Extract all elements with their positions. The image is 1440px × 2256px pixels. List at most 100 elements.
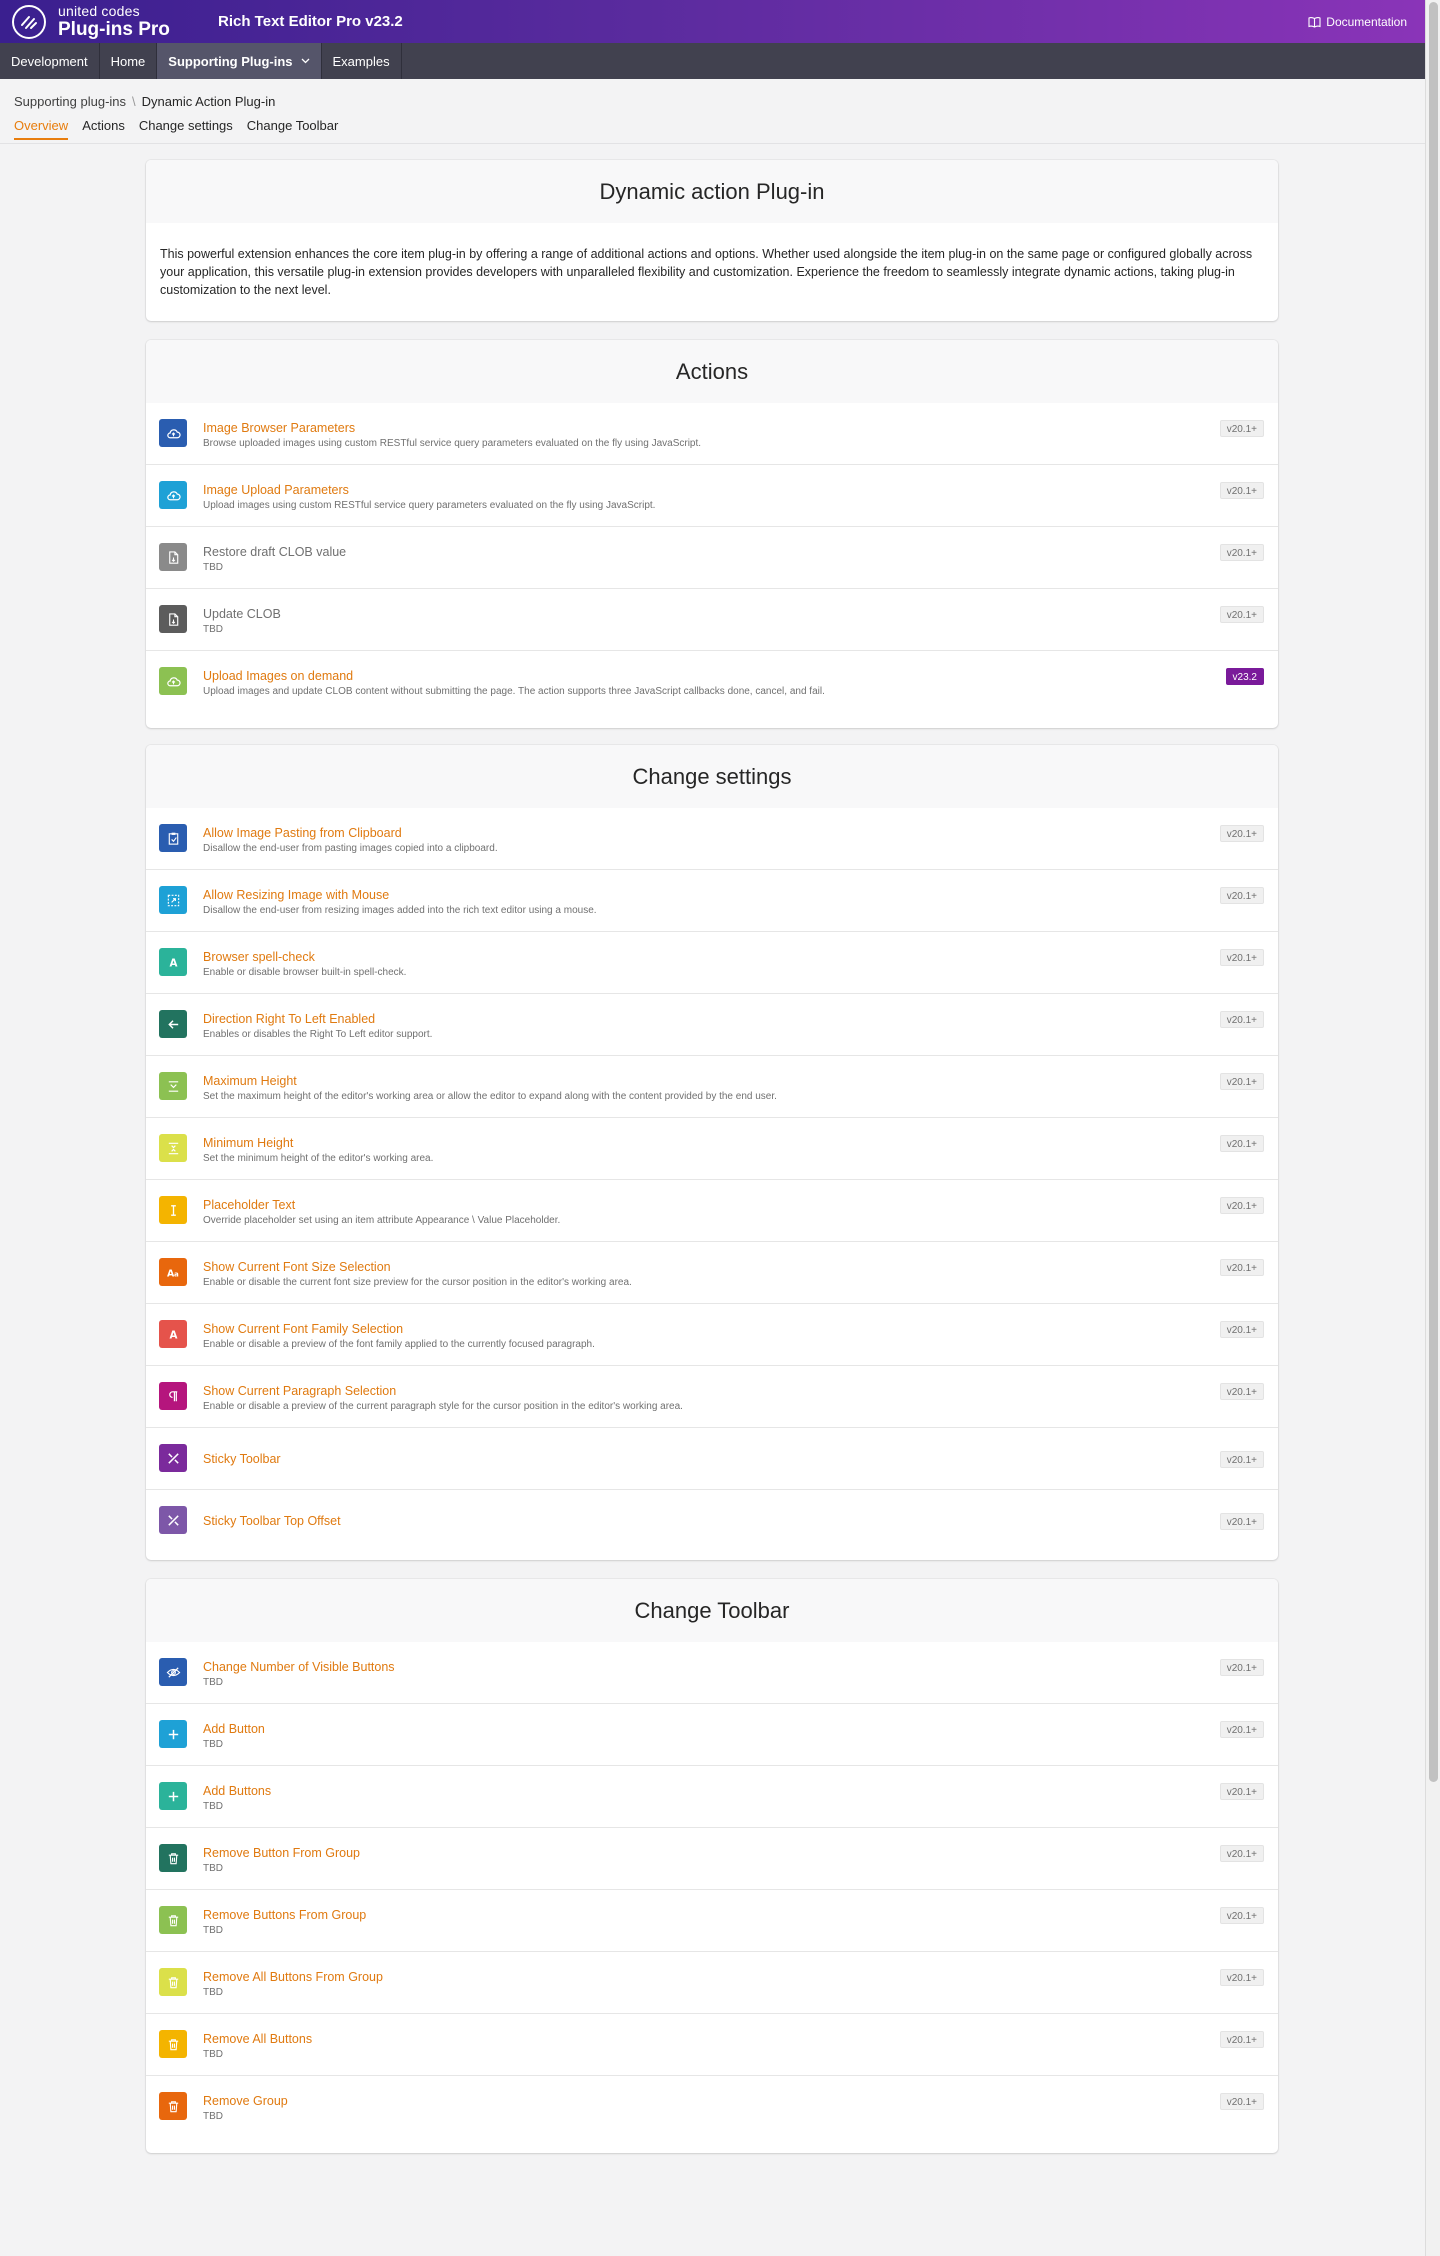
item-description: Enable or disable a preview of the curre… <box>203 1401 683 1412</box>
item-description: TBD <box>203 562 223 573</box>
item-title-link[interactable]: Show Current Font Family Selection <box>203 1322 403 1336</box>
item-title-link[interactable]: Show Current Paragraph Selection <box>203 1384 396 1398</box>
version-badge: v20.1+ <box>1219 544 1264 561</box>
version-badge: v20.1+ <box>1219 949 1264 966</box>
list-item[interactable]: Remove Button From Group TBD v20.1+ <box>146 1828 1278 1890</box>
list-item[interactable]: Upload Images on demand Upload images and… <box>146 651 1278 713</box>
list-item[interactable]: Remove Buttons From Group TBD v20.1+ <box>146 1890 1278 1952</box>
item-title-link[interactable]: Remove Group <box>203 2094 288 2108</box>
list-item[interactable]: A Show Current Font Family Selection Enabl… <box>146 1304 1278 1366</box>
list-item[interactable]: Image Upload Parameters Upload images usi… <box>146 465 1278 527</box>
intro-text: This powerful extension enhances the cor… <box>160 247 1253 297</box>
item-title-link[interactable]: Minimum Height <box>203 1136 293 1150</box>
list-item[interactable]: Minimum Height Set the minimum height of … <box>146 1118 1278 1180</box>
item-title-link[interactable]: Update CLOB <box>203 607 281 621</box>
item-title-link[interactable]: Remove Button From Group <box>203 1846 360 1860</box>
item-description: TBD <box>203 2111 223 2122</box>
page-subheader: Supporting plug-ins \ Dynamic Action Plu… <box>0 79 1425 144</box>
item-description: TBD <box>203 1987 223 1998</box>
nav-development[interactable]: Development <box>0 43 100 79</box>
version-badge: v20.1+ <box>1219 887 1264 904</box>
list-item[interactable]: Maximum Height Set the maximum height of … <box>146 1056 1278 1118</box>
item-title-link[interactable]: Browser spell-check <box>203 950 315 964</box>
tools-icon <box>159 1444 187 1472</box>
list-item[interactable]: Sticky Toolbar Top Offset v20.1+ <box>146 1490 1278 1552</box>
list-item[interactable]: Remove All Buttons TBD v20.1+ <box>146 2014 1278 2076</box>
version-badge: v20.1+ <box>1219 2093 1264 2110</box>
nav-examples[interactable]: Examples <box>322 43 402 79</box>
list-item[interactable]: Update CLOB TBD v20.1+ <box>146 589 1278 651</box>
item-title-link[interactable]: Change Number of Visible Buttons <box>203 1660 395 1674</box>
nav-label: Development <box>11 53 88 69</box>
tab-actions[interactable]: Actions <box>82 118 125 140</box>
tab-bar: Overview Actions Change settings Change … <box>14 118 352 140</box>
item-title-link[interactable]: Add Buttons <box>203 1784 271 1798</box>
item-description: TBD <box>203 1863 223 1874</box>
book-icon <box>1308 16 1321 28</box>
item-title-link[interactable]: Direction Right To Left Enabled <box>203 1012 375 1026</box>
tab-change-settings[interactable]: Change settings <box>139 118 233 140</box>
list-item[interactable]: Restore draft CLOB value TBD v20.1+ <box>146 527 1278 589</box>
version-badge: v20.1+ <box>1219 1073 1264 1090</box>
item-title-link[interactable]: Restore draft CLOB value <box>203 545 346 559</box>
list-item[interactable]: Change Number of Visible Buttons TBD v20.1… <box>146 1642 1278 1704</box>
list-item[interactable]: Placeholder Text Override placeholder set… <box>146 1180 1278 1242</box>
logo[interactable]: united codes Plug-ins Pro <box>12 4 206 39</box>
version-badge: v20.1+ <box>1219 1321 1264 1338</box>
version-badge: v20.1+ <box>1219 420 1264 437</box>
item-title-link[interactable]: Show Current Font Size Selection <box>203 1260 391 1274</box>
item-title-link[interactable]: Allow Resizing Image with Mouse <box>203 888 389 902</box>
svg-text:a: a <box>173 1269 178 1278</box>
item-title-link[interactable]: Sticky Toolbar <box>203 1452 281 1466</box>
scrollbar-thumb[interactable] <box>1429 2 1438 1782</box>
font-size-icon: Aa <box>159 1258 187 1286</box>
tab-overview[interactable]: Overview <box>14 118 69 140</box>
tab-change-toolbar[interactable]: Change Toolbar <box>247 118 339 140</box>
list-item[interactable]: Add Buttons TBD v20.1+ <box>146 1766 1278 1828</box>
item-title-link[interactable]: Placeholder Text <box>203 1198 295 1212</box>
item-title-link[interactable]: Allow Image Pasting from Clipboard <box>203 826 402 840</box>
region-header: Change settings <box>146 745 1278 808</box>
item-title-link[interactable]: Maximum Height <box>203 1074 297 1088</box>
breadcrumb: Supporting plug-ins \ Dynamic Action Plu… <box>14 94 275 109</box>
list-item[interactable]: Direction Right To Left Enabled Enables o… <box>146 994 1278 1056</box>
item-title-link[interactable]: Add Button <box>203 1722 265 1736</box>
list-item[interactable]: Remove All Buttons From Group TBD v20.1+ <box>146 1952 1278 2014</box>
item-description: TBD <box>203 2049 223 2060</box>
list-item[interactable]: Allow Resizing Image with Mouse Disallow … <box>146 870 1278 932</box>
breadcrumb-current: Dynamic Action Plug-in <box>141 94 276 109</box>
max-height-icon <box>159 1072 187 1100</box>
list-item[interactable]: Remove Group TBD v20.1+ <box>146 2076 1278 2138</box>
page-scrollbar[interactable] <box>1425 0 1440 2256</box>
list-item[interactable]: Image Browser Parameters Browse uploaded … <box>146 403 1278 465</box>
region-title: Actions <box>675 358 749 384</box>
item-title-link[interactable]: Remove All Buttons <box>203 2032 312 2046</box>
item-title-link[interactable]: Sticky Toolbar Top Offset <box>203 1514 341 1528</box>
documentation-link[interactable]: Documentation <box>1308 15 1407 29</box>
nav-home[interactable]: Home <box>100 43 158 79</box>
nav-label: Examples <box>332 53 390 69</box>
list-item[interactable]: Allow Image Pasting from Clipboard Disall… <box>146 808 1278 870</box>
nav-supporting-plugins[interactable]: Supporting Plug-ins <box>157 43 322 79</box>
list-item[interactable]: Add Button TBD v20.1+ <box>146 1704 1278 1766</box>
version-badge: v20.1+ <box>1219 825 1264 842</box>
list-item[interactable]: A Browser spell-check Enable or disable br… <box>146 932 1278 994</box>
list-item[interactable]: Aa Show Current Font Size Selection Enable… <box>146 1242 1278 1304</box>
version-badge: v20.1+ <box>1219 1259 1264 1276</box>
trash-icon <box>159 1844 187 1872</box>
list-item[interactable]: Sticky Toolbar v20.1+ <box>146 1428 1278 1490</box>
region-header: Actions <box>146 340 1278 403</box>
item-title-link[interactable]: Remove Buttons From Group <box>203 1908 366 1922</box>
item-title-link[interactable]: Upload Images on demand <box>203 669 353 683</box>
breadcrumb-parent[interactable]: Supporting plug-ins <box>14 94 126 109</box>
item-description: Enables or disables the Right To Left ed… <box>203 1029 433 1040</box>
chevron-down-icon <box>301 58 309 64</box>
item-title-link[interactable]: Image Browser Parameters <box>203 421 355 435</box>
list-item[interactable]: Show Current Paragraph Selection Enable o… <box>146 1366 1278 1428</box>
item-title-link[interactable]: Image Upload Parameters <box>203 483 349 497</box>
app-header: united codes Plug-ins Pro Rich Text Edit… <box>0 0 1425 43</box>
main-nav: Development Home Supporting Plug-ins Exa… <box>0 43 1425 79</box>
letter-a-icon: A <box>159 1320 187 1348</box>
item-title-link[interactable]: Remove All Buttons From Group <box>203 1970 383 1984</box>
resize-icon <box>159 886 187 914</box>
